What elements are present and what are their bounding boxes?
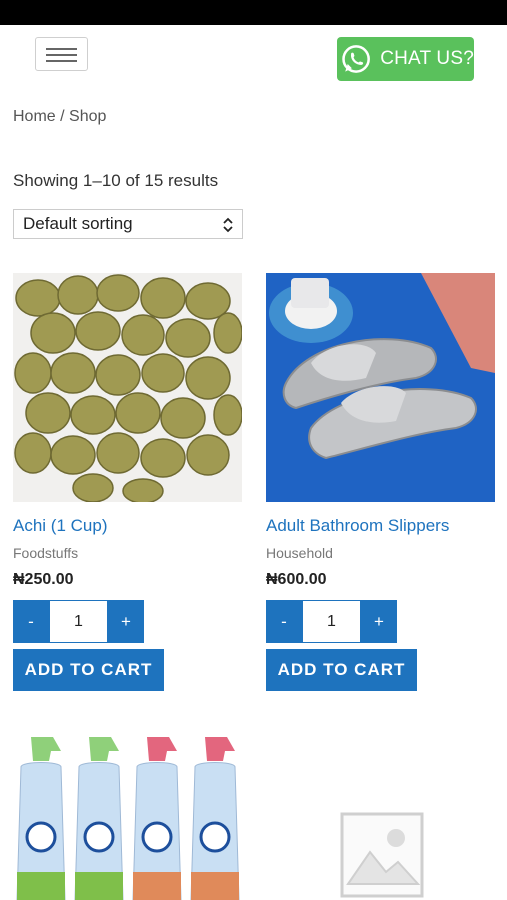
chat-us-label: CHAT US? xyxy=(380,48,474,69)
quantity-stepper: - 1 + xyxy=(266,600,495,643)
product-card: Achi (1 Cup) Foodstuffs ₦250.00 - 1 + AD… xyxy=(13,273,242,691)
add-to-cart-button[interactable]: ADD TO CART xyxy=(266,649,417,691)
hamburger-icon xyxy=(46,48,77,50)
hamburger-line xyxy=(46,54,77,56)
result-count: Showing 1–10 of 15 results xyxy=(13,171,219,190)
placeholder-image-icon[interactable] xyxy=(340,812,424,898)
quantity-input[interactable]: 1 xyxy=(302,600,361,643)
whatsapp-icon xyxy=(342,45,370,73)
product-image-slippers[interactable] xyxy=(266,273,495,502)
quantity-input[interactable]: 1 xyxy=(49,600,108,643)
add-to-cart-button[interactable]: ADD TO CART xyxy=(13,649,164,691)
product-category: Household xyxy=(266,545,333,561)
product-title[interactable]: Achi (1 Cup) xyxy=(13,516,242,536)
quantity-decrease-button[interactable]: - xyxy=(13,600,49,643)
quantity-stepper: - 1 + xyxy=(13,600,242,643)
hamburger-line xyxy=(46,60,77,62)
sorting-selected-value: Default sorting xyxy=(23,214,133,233)
product-title[interactable]: Adult Bathroom Slippers xyxy=(266,516,495,536)
product-image-achi[interactable] xyxy=(13,273,242,502)
chat-us-button[interactable]: CHAT US? xyxy=(337,37,474,81)
quantity-increase-button[interactable]: + xyxy=(108,600,144,643)
product-card: Adult Bathroom Slippers Household ₦600.0… xyxy=(266,273,495,691)
product-category: Foodstuffs xyxy=(13,545,79,561)
status-bar xyxy=(0,0,507,25)
breadcrumb[interactable]: Home / Shop xyxy=(13,108,106,126)
menu-button[interactable] xyxy=(35,37,88,71)
chevron-up-down-icon xyxy=(223,217,233,233)
product-price: ₦250.00 xyxy=(13,571,74,588)
product-price: ₦600.00 xyxy=(266,571,327,588)
quantity-decrease-button[interactable]: - xyxy=(266,600,302,643)
quantity-increase-button[interactable]: + xyxy=(361,600,397,643)
product-image-febreze[interactable] xyxy=(13,737,242,900)
sorting-select[interactable]: Default sorting xyxy=(13,209,243,239)
